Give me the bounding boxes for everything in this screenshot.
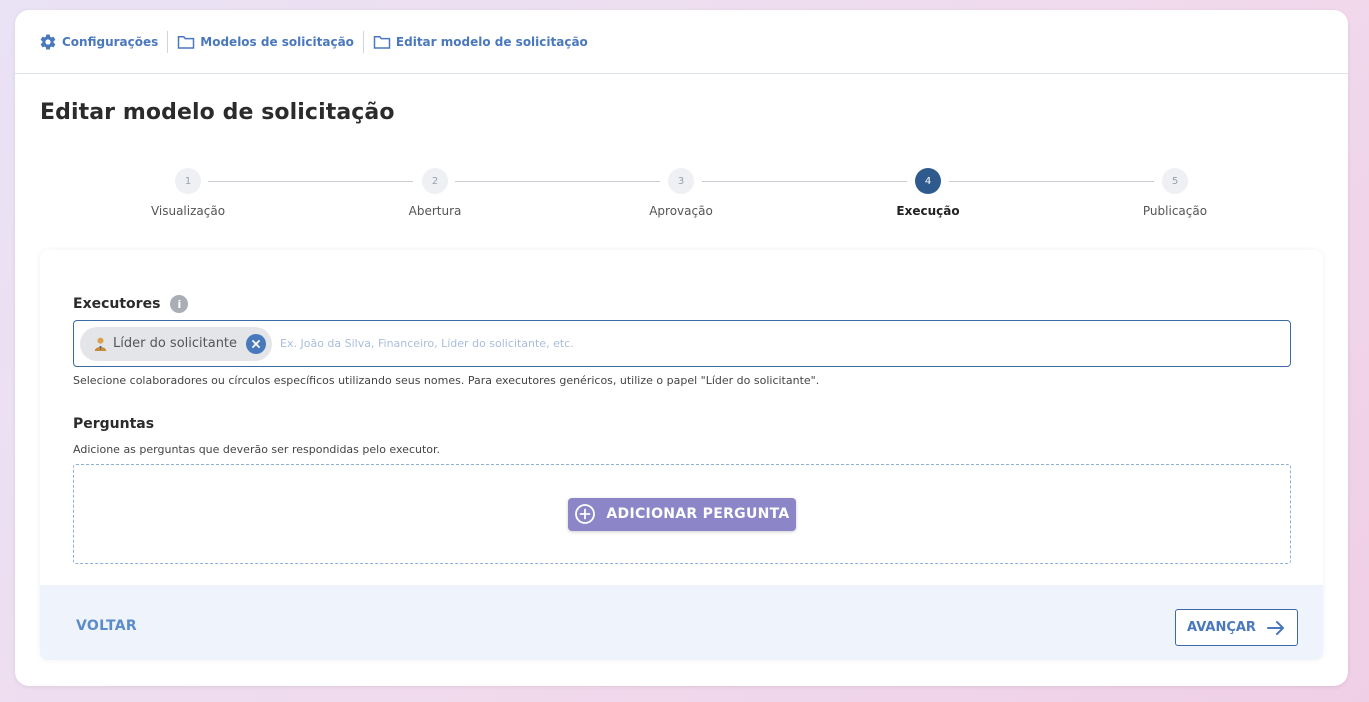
- next-button[interactable]: AVANÇAR: [1175, 609, 1298, 646]
- gear-icon: [40, 34, 56, 50]
- chip-label: Líder do solicitante: [113, 336, 238, 351]
- back-button[interactable]: VOLTAR: [76, 618, 137, 634]
- questions-dropzone: ADICIONAR PERGUNTA: [73, 464, 1291, 564]
- step-number: 1: [175, 168, 201, 194]
- person-icon: [94, 337, 107, 351]
- breadcrumb-label: Configurações: [62, 34, 159, 49]
- breadcrumb: Configurações Modelos de solicitação Edi…: [15, 10, 1348, 74]
- breadcrumb-label: Modelos de solicitação: [200, 34, 354, 49]
- step-number: 3: [668, 168, 694, 194]
- step-label: Aprovação: [649, 204, 713, 218]
- step-number: 2: [422, 168, 448, 194]
- arrow-right-icon: [1266, 620, 1284, 635]
- step-publicacao[interactable]: 5 Publicação: [1115, 168, 1235, 218]
- executors-search-input[interactable]: [280, 337, 1290, 350]
- folder-icon: [373, 35, 391, 49]
- info-icon[interactable]: i: [170, 295, 189, 313]
- breadcrumb-item-editar[interactable]: Editar modelo de solicitação: [362, 30, 597, 53]
- breadcrumb-item-modelos[interactable]: Modelos de solicitação: [167, 30, 363, 53]
- executor-chip: Líder do solicitante: [80, 326, 273, 361]
- step-label: Visualização: [150, 204, 226, 218]
- step-number: 4: [915, 168, 941, 194]
- next-label: AVANÇAR: [1187, 620, 1256, 635]
- remove-chip-icon[interactable]: [246, 333, 267, 354]
- executors-helper-text: Selecione colaboradores ou círculos espe…: [73, 374, 820, 387]
- main-card: Configurações Modelos de solicitação Edi…: [15, 10, 1348, 686]
- step-label: Publicação: [1142, 204, 1208, 218]
- page-title: Editar modelo de solicitação: [40, 100, 395, 125]
- folder-icon: [178, 35, 195, 49]
- executors-label-row: Executores i: [73, 295, 189, 313]
- step-visualizacao[interactable]: 1 Visualização: [128, 168, 248, 218]
- questions-label: Perguntas: [73, 416, 155, 432]
- add-question-button[interactable]: ADICIONAR PERGUNTA: [568, 497, 796, 531]
- panel-footer: VOLTAR AVANÇAR: [40, 585, 1323, 660]
- executors-label: Executores: [73, 296, 161, 312]
- step-execucao[interactable]: 4 Execução: [868, 168, 988, 218]
- questions-helper-text: Adicione as perguntas que deverão ser re…: [73, 443, 441, 456]
- add-question-label: ADICIONAR PERGUNTA: [606, 506, 790, 522]
- step-aprovacao[interactable]: 3 Aprovação: [621, 168, 741, 218]
- questions-label-row: Perguntas: [73, 416, 154, 432]
- execution-panel: Executores i Líder do solicitante Seleci: [40, 250, 1323, 660]
- breadcrumb-item-configuracoes[interactable]: Configurações: [39, 31, 167, 53]
- step-label: Execução: [896, 204, 960, 218]
- executors-field[interactable]: Líder do solicitante: [73, 320, 1291, 367]
- breadcrumb-label: Editar modelo de solicitação: [395, 34, 588, 49]
- plus-circle-icon: [575, 504, 596, 524]
- step-abertura[interactable]: 2 Abertura: [375, 168, 495, 218]
- step-label: Abertura: [408, 204, 462, 218]
- step-number: 5: [1162, 168, 1188, 194]
